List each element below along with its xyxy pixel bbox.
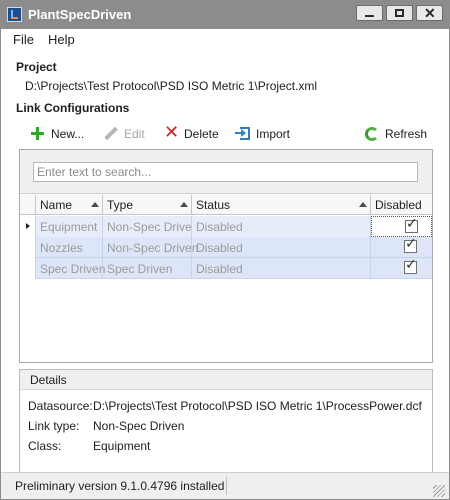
column-header-name-label: Name bbox=[40, 198, 73, 212]
menu-file[interactable]: File bbox=[13, 32, 34, 47]
resize-grip[interactable] bbox=[433, 485, 445, 497]
grid-header: Name Type Status Disabled bbox=[20, 195, 432, 215]
x-icon: ✕ bbox=[164, 122, 180, 143]
app-icon bbox=[7, 7, 22, 22]
status-bar: Preliminary version 9.1.0.4796 installed bbox=[1, 472, 449, 499]
sort-ascending-icon bbox=[91, 202, 99, 207]
cell-status[interactable]: Disabled bbox=[192, 237, 371, 258]
column-header-disabled-label: Disabled bbox=[375, 198, 422, 212]
check-icon: ✓ bbox=[406, 216, 418, 232]
sort-ascending-icon bbox=[180, 202, 188, 207]
table-row[interactable]: Equipment Non-Spec Driven Disabled ✓ bbox=[20, 216, 432, 237]
link-configurations-grid: Name Type Status Disabled Equipment bbox=[19, 149, 433, 363]
minimize-icon bbox=[365, 15, 374, 17]
status-text: Preliminary version 9.1.0.4796 installed bbox=[15, 479, 225, 493]
class-value: Equipment bbox=[93, 439, 151, 453]
status-separator bbox=[226, 477, 227, 495]
import-icon bbox=[235, 127, 250, 141]
refresh-button-label: Refresh bbox=[385, 127, 428, 141]
cell-name[interactable]: Spec Driven bbox=[36, 258, 105, 279]
column-header-name[interactable]: Name bbox=[36, 195, 103, 215]
link-configurations-title: Link Configurations bbox=[16, 101, 130, 115]
maximize-icon bbox=[395, 9, 404, 17]
link-type-label: Link type: bbox=[28, 419, 80, 433]
new-button[interactable]: New... bbox=[31, 126, 91, 144]
table-row[interactable]: Spec Driven Spec Driven Disabled ✓ bbox=[20, 257, 432, 279]
plus-icon bbox=[31, 127, 45, 141]
menu-bar: File Help bbox=[1, 29, 449, 51]
column-header-disabled[interactable]: Disabled bbox=[371, 195, 432, 215]
title-bar[interactable]: PlantSpecDriven ✕ bbox=[1, 1, 449, 29]
minimize-button[interactable] bbox=[356, 5, 383, 21]
project-path: D:\Projects\Test Protocol\PSD ISO Metric… bbox=[25, 79, 318, 93]
class-label: Class: bbox=[28, 439, 62, 453]
new-button-label: New... bbox=[51, 127, 85, 141]
close-icon: ✕ bbox=[424, 5, 436, 21]
refresh-button[interactable]: Refresh bbox=[365, 126, 427, 144]
disabled-checkbox[interactable]: ✓ bbox=[404, 236, 417, 253]
cell-status[interactable]: Disabled bbox=[192, 216, 371, 237]
cell-name[interactable]: Equipment bbox=[36, 216, 103, 237]
cell-disabled[interactable]: ✓ bbox=[371, 236, 432, 258]
search-input[interactable] bbox=[33, 162, 418, 182]
datasource-label: Datasource: bbox=[28, 399, 93, 413]
cell-type[interactable]: Non-Spec Driven bbox=[103, 237, 198, 258]
details-title: Details bbox=[30, 373, 67, 387]
project-section-title: Project bbox=[16, 60, 57, 74]
details-header: Details bbox=[20, 370, 432, 390]
row-indicator-header bbox=[20, 195, 36, 215]
close-button[interactable]: ✕ bbox=[416, 5, 443, 21]
cell-type[interactable]: Spec Driven bbox=[103, 258, 192, 279]
check-icon: ✓ bbox=[405, 257, 417, 273]
link-type-value: Non-Spec Driven bbox=[93, 419, 185, 433]
cell-type[interactable]: Non-Spec Driven bbox=[103, 216, 198, 237]
search-panel bbox=[20, 150, 432, 194]
disabled-checkbox[interactable]: ✓ bbox=[404, 257, 417, 274]
import-button[interactable]: Import bbox=[235, 126, 296, 144]
table-row[interactable]: Nozzles Non-Spec Driven Disabled ✓ bbox=[20, 236, 432, 258]
window-title: PlantSpecDriven bbox=[28, 7, 132, 22]
check-icon: ✓ bbox=[405, 236, 417, 252]
current-row-icon bbox=[26, 223, 30, 229]
import-button-label: Import bbox=[256, 127, 291, 141]
column-header-type[interactable]: Type bbox=[103, 195, 192, 215]
delete-button[interactable]: ✕ Delete bbox=[164, 122, 222, 144]
column-header-type-label: Type bbox=[107, 198, 134, 212]
row-indicator bbox=[20, 237, 36, 258]
delete-button-label: Delete bbox=[184, 127, 219, 141]
main-window: PlantSpecDriven ✕ File Help Project D:\P… bbox=[0, 0, 450, 500]
cell-name[interactable]: Nozzles bbox=[36, 237, 103, 258]
sort-ascending-icon bbox=[359, 202, 367, 207]
menu-help[interactable]: Help bbox=[48, 32, 75, 47]
disabled-checkbox[interactable]: ✓ bbox=[405, 216, 418, 233]
edit-button-label: Edit bbox=[124, 127, 145, 141]
column-header-status-label: Status bbox=[196, 198, 231, 212]
cell-disabled[interactable]: ✓ bbox=[371, 216, 432, 237]
cell-status[interactable]: Disabled bbox=[192, 258, 371, 279]
refresh-icon bbox=[365, 127, 379, 141]
maximize-button[interactable] bbox=[386, 5, 413, 21]
row-indicator bbox=[20, 258, 36, 279]
datasource-value: D:\Projects\Test Protocol\PSD ISO Metric… bbox=[93, 399, 422, 413]
edit-button[interactable]: Edit bbox=[104, 126, 146, 144]
row-indicator bbox=[20, 216, 36, 237]
client-area: File Help Project D:\Projects\Test Proto… bbox=[1, 29, 449, 499]
pencil-icon bbox=[104, 126, 118, 141]
column-header-status[interactable]: Status bbox=[192, 195, 371, 215]
cell-disabled[interactable]: ✓ bbox=[371, 257, 432, 279]
